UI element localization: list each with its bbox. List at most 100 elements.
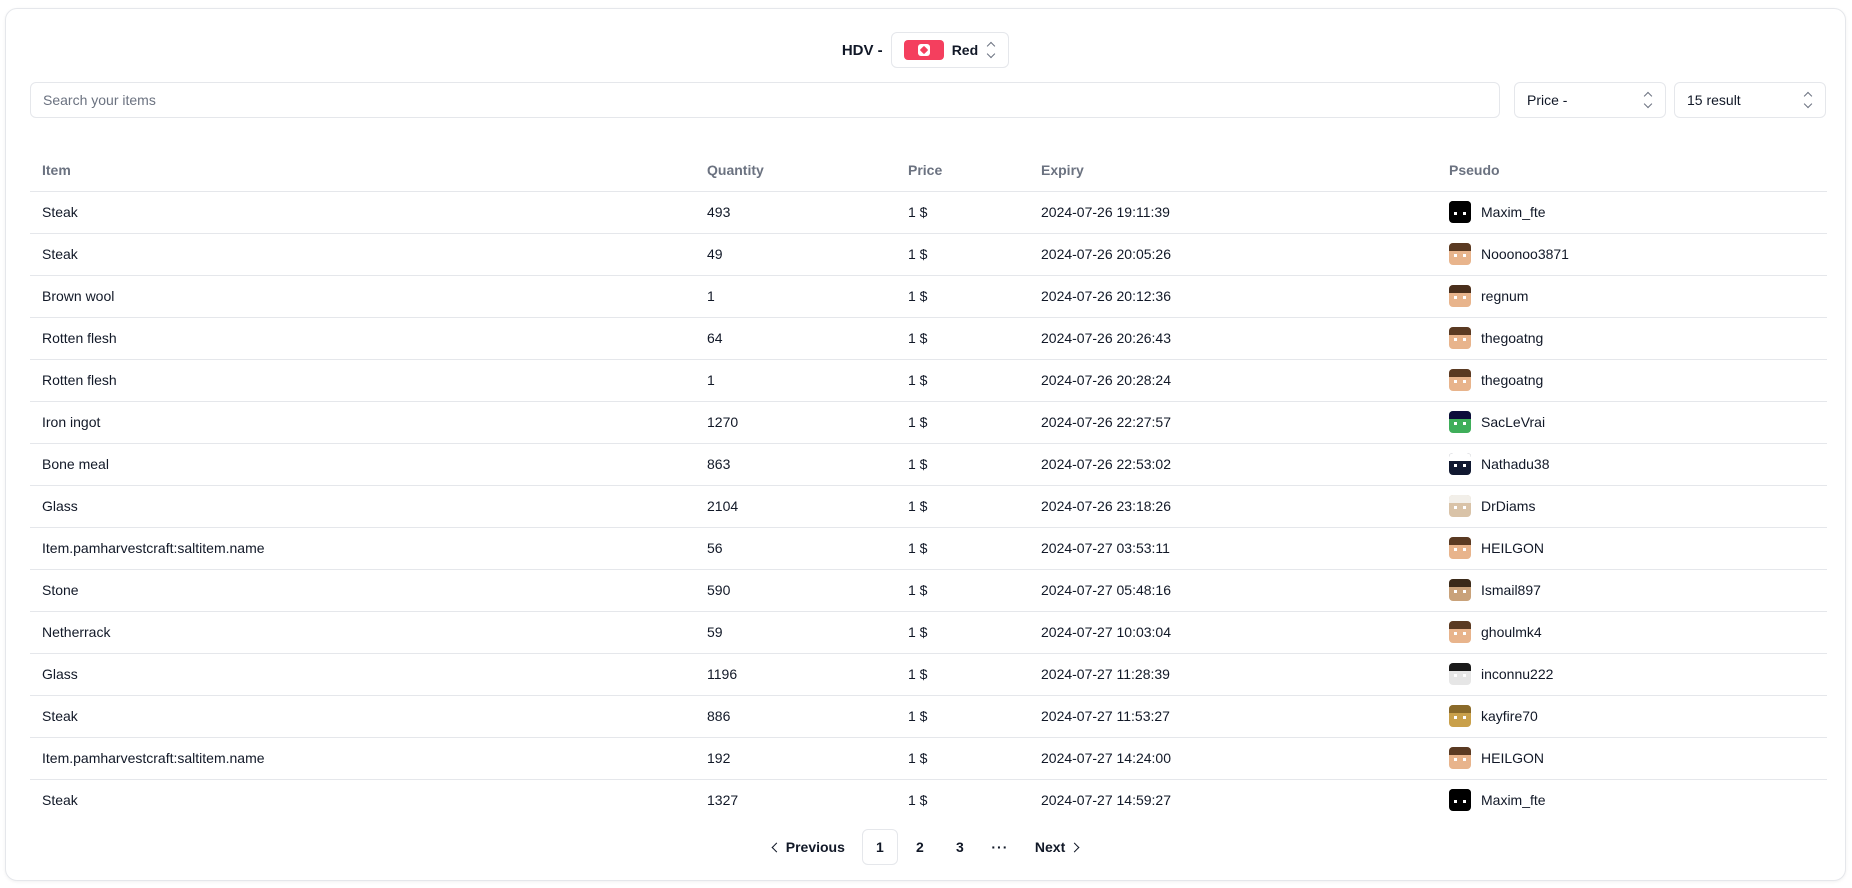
player: HEILGON [1449, 738, 1827, 779]
player: kayfire70 [1449, 696, 1827, 737]
item-cell: Item.pamharvestcraft:saltitem.name [30, 737, 695, 780]
avatar-eye [1454, 632, 1457, 636]
avatar-eye [1463, 422, 1466, 426]
table-row[interactable]: Item.pamharvestcraft:saltitem.name 56 1 $2… [30, 527, 1827, 570]
player: Maxim_fte [1449, 780, 1827, 821]
item-cell: Steak [30, 191, 695, 234]
avatar-hair [1449, 579, 1471, 587]
avatar-hair [1449, 705, 1471, 713]
expiry-cell: 2024-07-26 20:05:26 [1029, 233, 1437, 276]
page-button-3[interactable]: 3 [942, 829, 978, 865]
column-header-quantity: Quantity [695, 149, 896, 192]
expiry-cell: 2024-07-27 14:59:27 [1041, 792, 1171, 808]
pseudo-cell: DrDiams [1437, 485, 1827, 528]
avatar-eye [1463, 296, 1466, 300]
avatar-eye [1463, 800, 1466, 804]
chevron-up-down-icon [986, 41, 996, 59]
server-name: Red [951, 42, 979, 58]
pseudo-cell: inconnu222 [1437, 653, 1827, 696]
player-name: inconnu222 [1481, 666, 1554, 682]
cube-icon [917, 44, 930, 56]
avatar-eye [1463, 212, 1466, 216]
player-avatar [1449, 453, 1471, 475]
avatar-eye [1463, 716, 1466, 720]
pseudo-cell: Nathadu38 [1437, 443, 1827, 486]
avatar-eye [1454, 422, 1457, 426]
pagination: Previous 1 2 3 ··· Next [6, 829, 1845, 865]
table-row[interactable]: Steak 1327 1 $ 2024-07-27 14:59:27 Maxim_fte [30, 779, 1827, 821]
sort-select-value: Price - [1527, 92, 1568, 108]
player-name: ghoulmk4 [1481, 624, 1542, 640]
pseudo-cell: kayfire70 [1437, 695, 1827, 738]
player-avatar [1449, 747, 1471, 769]
player-avatar [1449, 705, 1471, 727]
table-row[interactable]: Steak 493 1 $2024-07-26 19:11:39 Maxim_fte [30, 191, 1827, 234]
pseudo-cell: Maxim_fte [1437, 191, 1827, 234]
quantity-cell: 863 [695, 443, 896, 486]
page-button-1[interactable]: 1 [861, 829, 898, 865]
expiry-cell: 2024-07-27 03:53:11 [1029, 527, 1437, 570]
avatar-eye [1454, 212, 1457, 216]
column-header-pseudo: Pseudo [1437, 149, 1827, 192]
table-row[interactable]: Stone 590 1 $2024-07-27 05:48:16 Ismail897 [30, 569, 1827, 612]
item-cell: Stone [30, 569, 695, 612]
player-avatar [1449, 369, 1471, 391]
player-name: HEILGON [1481, 540, 1545, 556]
expiry-cell: 2024-07-26 20:12:36 [1029, 275, 1437, 318]
quantity-cell: 64 [695, 317, 896, 360]
avatar-eye [1454, 548, 1457, 552]
table-row[interactable]: Glass 2104 1 $2024-07-26 23:18:26 DrDiams [30, 485, 1827, 528]
avatar-hair [1449, 369, 1471, 377]
table-row[interactable]: Bone meal 863 1 $2024-07-26 22:53:02 Nathad… [30, 443, 1827, 486]
filter-bar: Price - 15 result [30, 82, 1840, 118]
results-per-page-select[interactable]: 15 result [1674, 82, 1826, 118]
table-row[interactable]: Brown wool 1 1 $2024-07-26 20:12:36 regnum [30, 275, 1827, 318]
table-row[interactable]: Rotten flesh 1 1 $2024-07-26 20:28:24 thego… [30, 359, 1827, 402]
previous-page-button[interactable]: Previous [756, 829, 858, 865]
table-row[interactable]: Steak 49 1 $2024-07-26 20:05:26 Nooonoo3871 [30, 233, 1827, 276]
next-page-button[interactable]: Next [1022, 829, 1095, 865]
quantity-cell: 56 [695, 527, 896, 570]
item-cell: Glass [30, 485, 695, 528]
table-row[interactable]: Item.pamharvestcraft:saltitem.name 192 1 $… [30, 737, 1827, 780]
expiry-cell: 2024-07-27 05:48:16 [1029, 569, 1437, 612]
price-cell: 1 $ [896, 401, 1029, 444]
quantity-cell: 192 [695, 737, 896, 780]
avatar-hair [1449, 537, 1471, 545]
sort-select[interactable]: Price - [1514, 82, 1666, 118]
expiry-cell: 2024-07-26 22:53:02 [1029, 443, 1437, 486]
pseudo-cell: regnum [1437, 275, 1827, 318]
avatar-eye [1454, 674, 1457, 678]
search-input[interactable] [30, 82, 1500, 118]
page-button-2[interactable]: 2 [902, 829, 938, 865]
player-avatar [1449, 243, 1471, 265]
player-name: regnum [1481, 288, 1529, 304]
player: inconnu222 [1449, 654, 1827, 695]
pseudo-cell: HEILGON [1437, 527, 1827, 570]
pseudo-cell: Nooonoo3871 [1437, 233, 1827, 276]
player-name: Ismail897 [1481, 582, 1541, 598]
player-name: Maxim_fte [1481, 204, 1546, 220]
price-cell: 1 $ [896, 527, 1029, 570]
item-cell: Steak [42, 792, 78, 808]
expiry-cell: 2024-07-26 19:11:39 [1029, 191, 1437, 234]
quantity-cell: 886 [695, 695, 896, 738]
player-avatar [1449, 327, 1471, 349]
quantity-cell: 1270 [695, 401, 896, 444]
quantity-cell: 2104 [695, 485, 896, 528]
avatar-eye [1454, 716, 1457, 720]
chevron-up-down-icon [1643, 91, 1653, 109]
table-row[interactable]: Glass 1196 1 $2024-07-27 11:28:39 inconnu22… [30, 653, 1827, 696]
player-avatar [1449, 537, 1471, 559]
table-row[interactable]: Steak 886 1 $2024-07-27 11:53:27 kayfire70 [30, 695, 1827, 738]
avatar-eye [1463, 632, 1466, 636]
server-select[interactable]: Red [890, 32, 1010, 68]
avatar-hair [1449, 789, 1471, 797]
avatar-eye [1463, 464, 1466, 468]
table-row[interactable]: Rotten flesh 64 1 $2024-07-26 20:26:43 theg… [30, 317, 1827, 360]
table-row[interactable]: Netherrack 59 1 $2024-07-27 10:03:04 ghoulm… [30, 611, 1827, 654]
table-row[interactable]: Iron ingot 1270 1 $2024-07-26 22:27:57 SacL… [30, 401, 1827, 444]
player-name: Maxim_fte [1481, 792, 1546, 808]
avatar-eye [1454, 296, 1457, 300]
player-name: Nooonoo3871 [1481, 246, 1569, 262]
